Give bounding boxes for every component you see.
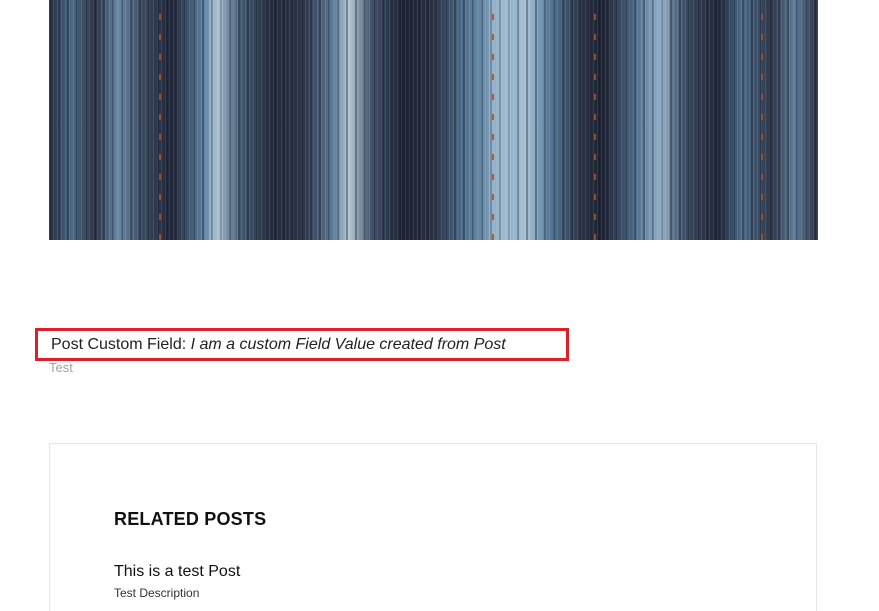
image-rust-streak [594, 0, 596, 240]
image-rust-streak [761, 0, 763, 240]
related-posts-heading: RELATED POSTS [114, 509, 267, 529]
post-tag[interactable]: Test [49, 360, 73, 375]
image-rust-streak [159, 0, 161, 240]
custom-field-label: Post Custom Field: [51, 336, 187, 353]
image-highlight [209, 0, 223, 240]
custom-field-highlight-box: Post Custom Field: I am a custom Field V… [35, 328, 569, 361]
image-rust-streak [492, 0, 494, 240]
custom-field: Post Custom Field: I am a custom Field V… [51, 336, 506, 354]
post-page: Post Custom Field: I am a custom Field V… [0, 0, 879, 611]
related-posts-box: RELATED POSTS This is a test Post Test D… [49, 443, 817, 611]
featured-image [49, 0, 818, 240]
related-post-description: Test Description [114, 586, 200, 600]
custom-field-value: I am a custom Field Value created from P… [190, 336, 506, 353]
image-highlight [659, 0, 669, 240]
related-post-title[interactable]: This is a test Post [114, 563, 240, 581]
